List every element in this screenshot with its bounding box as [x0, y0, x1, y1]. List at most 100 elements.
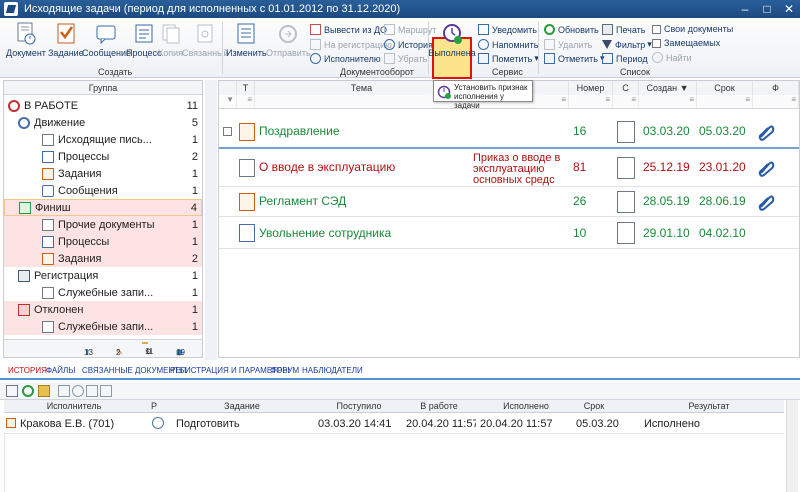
- tab-history[interactable]: ИСТОРИЯ: [8, 366, 47, 375]
- send-button[interactable]: Отправить: [266, 22, 311, 58]
- row-created: 28.05.19: [643, 194, 690, 208]
- title-bar: Исходящие задачи (период для исполненных…: [0, 0, 800, 18]
- tree-item-in-work[interactable]: В РАБОТЕ 11: [4, 97, 202, 114]
- tree-item-processes-2[interactable]: Процессы 1: [4, 233, 202, 250]
- print-button[interactable]: Печать: [602, 24, 645, 35]
- process-button[interactable]: Процесс: [126, 22, 162, 58]
- column-header-number[interactable]: Номер: [569, 81, 613, 95]
- history-col-due[interactable]: Срок: [576, 401, 612, 411]
- message-button[interactable]: Сообщение: [82, 22, 131, 58]
- tree-item-other-docs[interactable]: Прочие документы 1: [4, 216, 202, 233]
- tree-item-count: 11: [186, 99, 198, 112]
- copy-icon[interactable]: [58, 385, 70, 397]
- tree-item-motion[interactable]: Движение 5: [4, 114, 202, 131]
- executor-button[interactable]: Исполнителю: [310, 53, 381, 64]
- minimize-icon[interactable]: –: [734, 0, 756, 18]
- history-scrollbar[interactable]: [786, 400, 798, 492]
- folder-icon[interactable]: [38, 385, 50, 397]
- close-icon[interactable]: ✕: [778, 0, 800, 18]
- tree-item-tasks-2[interactable]: Задания 2: [4, 250, 202, 267]
- document-icon: [42, 286, 54, 299]
- substituted-checkbox[interactable]: Замещаемых: [652, 38, 720, 48]
- find-button[interactable]: Найти: [652, 52, 692, 63]
- history-col-result[interactable]: Результат: [644, 401, 774, 411]
- users-icon[interactable]: [100, 385, 112, 397]
- history-col-task[interactable]: Задание: [172, 401, 312, 411]
- filter-cell[interactable]: ≡: [697, 95, 753, 109]
- printer-icon: [602, 24, 613, 35]
- remind-button[interactable]: Напомнить: [478, 39, 538, 50]
- history-button[interactable]: История: [384, 39, 433, 50]
- paperclip-icon[interactable]: [757, 123, 775, 141]
- history-col-in-work[interactable]: В работе: [404, 401, 474, 411]
- users-icon[interactable]: [86, 385, 98, 397]
- refresh-icon[interactable]: [22, 385, 34, 397]
- table-row[interactable]: Поздравление 16 03.03.20 05.03.20: [219, 115, 799, 149]
- paperclip-icon[interactable]: [757, 159, 775, 177]
- notify-button[interactable]: Уведомить: [478, 24, 537, 35]
- maximize-icon[interactable]: □: [756, 0, 778, 18]
- row-subject: Увольнение сотрудника: [259, 226, 392, 240]
- tree-item-service-notes[interactable]: Служебные запи... 1: [4, 284, 202, 301]
- document-button[interactable]: Документ: [6, 22, 46, 58]
- history-col-received[interactable]: Поступило: [316, 401, 402, 411]
- tab-files[interactable]: ФАЙЛЫ: [46, 366, 75, 375]
- tree-item-label: Исходящие пись...: [58, 133, 152, 146]
- vertical-splitter[interactable]: [205, 80, 217, 360]
- tree-item-tasks[interactable]: Задания 1: [4, 165, 202, 182]
- paperclip-icon[interactable]: [757, 193, 775, 211]
- remove-button[interactable]: Убрать: [384, 53, 427, 64]
- table-row[interactable]: Увольнение сотрудника 10 29.01.10 04.02.…: [219, 217, 799, 249]
- history-col-r[interactable]: Р: [144, 401, 164, 411]
- process-button-label: Процесс: [126, 48, 162, 58]
- column-header-due[interactable]: Срок: [697, 81, 753, 95]
- filter-icon[interactable]: ▼: [219, 95, 237, 109]
- edit-button[interactable]: Изменить: [226, 22, 267, 58]
- tree-item-finish[interactable]: Финиш 4: [4, 199, 202, 216]
- column-header-file[interactable]: Ф: [753, 81, 799, 95]
- refresh-button[interactable]: Обновить: [544, 24, 599, 35]
- mark-button[interactable]: Пометить ▾: [478, 53, 539, 64]
- clock-icon[interactable]: [72, 385, 84, 397]
- task-button[interactable]: Задание: [48, 22, 84, 58]
- own-docs-checkbox[interactable]: Свои документы: [652, 24, 733, 34]
- tree-item-count: 5: [191, 116, 198, 129]
- history-col-done[interactable]: Исполнено: [478, 401, 574, 411]
- remove-from-do-button[interactable]: Вывести из ДО: [310, 24, 387, 35]
- column-header-created[interactable]: Создан ▼: [639, 81, 697, 95]
- checkbox-icon: [652, 38, 661, 48]
- tab-observers[interactable]: НАБЛЮДАТЕЛИ: [302, 366, 363, 375]
- tab-forum[interactable]: ФОРУМ: [270, 366, 299, 375]
- to-registration-button[interactable]: На регистрацию: [310, 39, 392, 50]
- work-counter[interactable]: ⚙ 11: [142, 342, 153, 356]
- column-header-status[interactable]: С: [613, 81, 639, 95]
- filter-cell[interactable]: ≡: [639, 95, 697, 109]
- done-button[interactable]: Выполнена: [428, 22, 476, 58]
- filter-button[interactable]: Фильтр ▾: [602, 39, 652, 50]
- mark-list-button[interactable]: Отметить ▾: [544, 53, 605, 64]
- column-header-type[interactable]: Т: [237, 81, 255, 95]
- filter-cell[interactable]: ≡: [613, 95, 639, 109]
- copy-button[interactable]: Копия: [158, 22, 183, 58]
- tree-item-outgoing[interactable]: Исходящие пись... 1: [4, 131, 202, 148]
- row-created: 25.12.19: [643, 160, 690, 174]
- edit-count: 2: [116, 348, 121, 357]
- filter-cell[interactable]: ≡: [237, 95, 255, 109]
- filter-cell[interactable]: ≡: [569, 95, 613, 109]
- filter-cell[interactable]: ≡: [753, 95, 799, 109]
- delete-button[interactable]: Удалить: [544, 39, 592, 50]
- period-button[interactable]: Период: [602, 53, 648, 64]
- tree-item-messages[interactable]: Сообщения 1: [4, 182, 202, 199]
- history-row[interactable]: Кракова Е.В. (701) Подготовить 03.03.20 …: [4, 414, 784, 434]
- tree-item-service-notes-2[interactable]: Служебные запи... 1: [4, 318, 202, 335]
- tree-item-registration[interactable]: Регистрация 1: [4, 267, 202, 284]
- history-col-executor[interactable]: Исполнитель: [24, 401, 124, 411]
- tree-item-processes[interactable]: Процессы 2: [4, 148, 202, 165]
- tree-item-rejected[interactable]: Отклонен 1: [4, 301, 202, 318]
- mark-label: Пометить: [492, 53, 533, 64]
- view-icon[interactable]: [6, 385, 18, 397]
- table-row[interactable]: О вводе в эксплуатацию Приказ о вводе в …: [219, 151, 799, 187]
- row-checkbox[interactable]: [223, 127, 232, 136]
- ribbon-separator: [222, 22, 223, 74]
- table-row[interactable]: Регламент СЭД 26 28.05.19 28.06.19: [219, 187, 799, 217]
